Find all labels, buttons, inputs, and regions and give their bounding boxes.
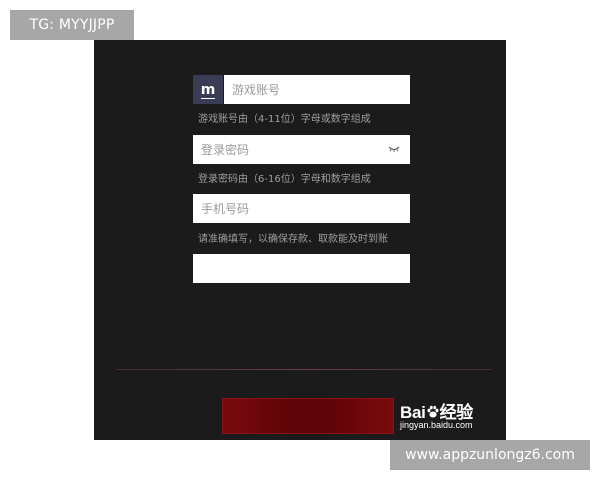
phone-field-row: [193, 194, 410, 223]
account-field-body: [224, 75, 410, 104]
watermark-url: jingyan.baidu.com: [400, 420, 473, 430]
baidu-jingyan-watermark: Bai 经验 jingyan.baidu.com: [398, 398, 490, 434]
account-prefix-badge: m: [193, 75, 223, 104]
extra-input[interactable]: [193, 261, 410, 276]
account-hint: 游戏账号由（4-11位）字母或数字组成: [198, 114, 371, 125]
submit-button[interactable]: [222, 398, 394, 434]
extra-field-row: [193, 254, 410, 283]
tg-overlay-label: TG: MYYJJPP: [10, 10, 134, 40]
password-field-row: [193, 135, 410, 164]
page: TG: MYYJJPP m 游戏账号由（4-11位）字母或数字组成 登录密码由（…: [0, 0, 600, 480]
form-divider: [116, 369, 492, 370]
account-input[interactable]: [224, 82, 410, 97]
password-input[interactable]: [193, 142, 410, 157]
phone-input[interactable]: [193, 201, 410, 216]
eye-closed-icon[interactable]: [388, 143, 400, 153]
site-url-overlay: www.appzunlongz6.com: [390, 440, 590, 470]
phone-hint: 请准确填写，以确保存款、取款能及时到账: [198, 234, 388, 245]
account-field-row: m: [193, 75, 410, 104]
paw-icon: [427, 405, 439, 418]
password-hint: 登录密码由（6-16位）字母和数字组成: [198, 174, 371, 185]
account-prefix-letter: m: [200, 81, 216, 98]
